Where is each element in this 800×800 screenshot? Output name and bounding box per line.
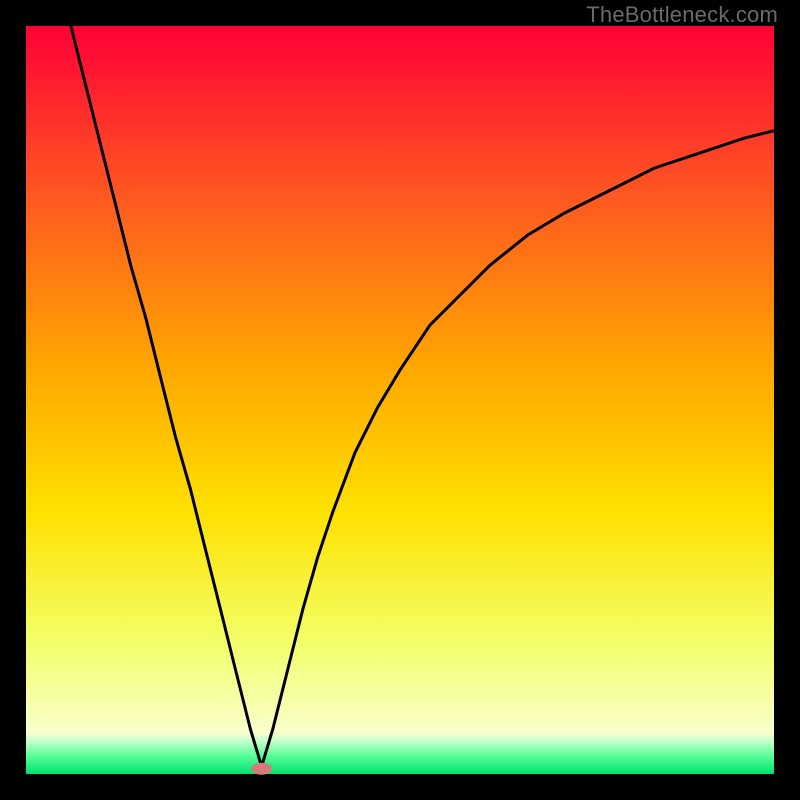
chart-frame: TheBottleneck.com bbox=[0, 0, 800, 800]
minimum-marker bbox=[251, 763, 272, 775]
plot-area bbox=[26, 26, 774, 774]
chart-svg bbox=[0, 0, 800, 800]
watermark-text: TheBottleneck.com bbox=[586, 2, 778, 28]
